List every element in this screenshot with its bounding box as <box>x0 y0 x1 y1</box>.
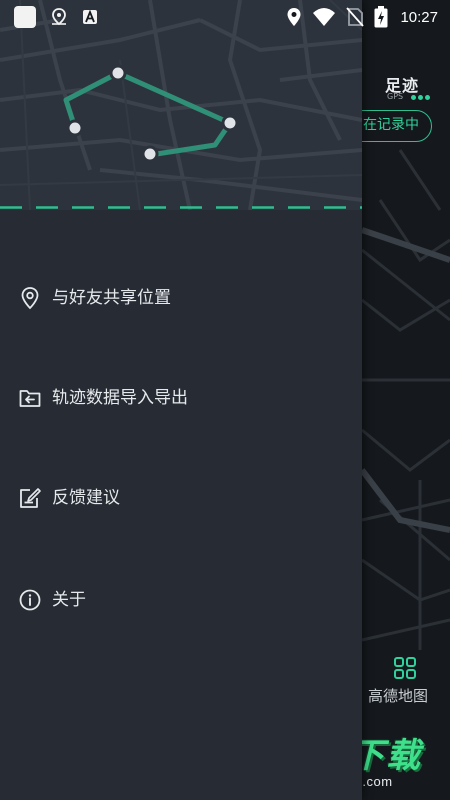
info-icon <box>19 589 41 611</box>
menu-item-import-export[interactable]: 轨迹数据导入导出 <box>0 370 362 426</box>
menu-item-label: 与好友共享位置 <box>52 288 171 308</box>
map-layer-label[interactable]: 高德地图 <box>358 685 438 706</box>
map-layer-icon[interactable] <box>393 656 417 680</box>
status-bar: 10:27 <box>0 0 450 34</box>
wifi-icon <box>313 8 336 26</box>
dashed-divider <box>0 206 362 209</box>
battery-charging-icon <box>374 6 388 28</box>
folder-import-icon <box>19 390 41 407</box>
gps-signal-dots <box>411 95 430 100</box>
location-icon <box>287 8 301 26</box>
status-time: 10:27 <box>400 8 438 26</box>
gps-label: GPS <box>387 92 404 101</box>
menu-item-feedback[interactable]: 反馈建议 <box>0 470 362 526</box>
location-pin-icon <box>21 287 39 310</box>
menu-item-label: 轨迹数据导入导出 <box>52 388 188 408</box>
location-pin-icon <box>52 8 66 26</box>
screen: 足迹 GPS 在记录中 高德地图 10:27 与好友共享位置 轨迹数据导入导出 … <box>0 0 450 800</box>
a-badge-icon <box>83 9 97 24</box>
navigation-drawer: 与好友共享位置 轨迹数据导入导出 反馈建议 关于 <box>0 0 362 800</box>
no-sim-icon <box>346 7 365 27</box>
menu-item-label: 反馈建议 <box>52 488 120 508</box>
app-square-icon <box>14 6 36 28</box>
menu-item-about[interactable]: 关于 <box>0 572 362 628</box>
menu-item-share-location[interactable]: 与好友共享位置 <box>0 270 362 326</box>
edit-note-icon <box>20 488 41 508</box>
menu-item-label: 关于 <box>52 590 86 610</box>
